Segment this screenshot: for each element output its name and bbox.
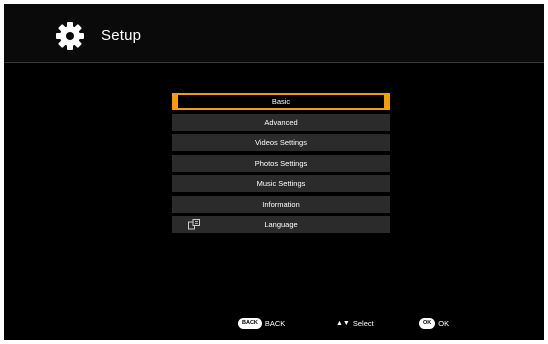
page-title: Setup [101, 27, 142, 44]
select-hint: ▲▼ Select [336, 317, 374, 329]
menu-item-label: Videos Settings [255, 138, 307, 147]
ok-hint: OK OK [419, 317, 449, 329]
footer-hints: BACK BACK ▲▼ Select OK OK [4, 317, 544, 331]
ok-key-icon: OK [419, 317, 436, 329]
menu-item-photos-settings[interactable]: Photos Settings [172, 154, 390, 172]
ok-hint-label: OK [438, 318, 450, 328]
back-hint-label: BACK [264, 318, 286, 328]
menu-item-label: Music Settings [256, 179, 306, 188]
select-hint-label: Select [352, 318, 374, 328]
menu-item-label: Information [262, 199, 300, 209]
setup-menu: Basic Advanced Videos Settings Photos Se… [172, 93, 390, 237]
menu-item-language[interactable]: Language [172, 216, 390, 233]
menu-item-advanced[interactable]: Advanced [172, 113, 390, 131]
menu-item-basic[interactable]: Basic [172, 93, 390, 110]
menu-item-label: Basic [271, 97, 291, 106]
back-hint: BACK BACK [238, 317, 285, 329]
back-key-icon: BACK [238, 317, 262, 329]
menu-item-music-settings[interactable]: Music Settings [172, 175, 390, 192]
setup-screen: Setup Basic Advanced Videos Settings Pho… [4, 4, 544, 340]
menu-item-videos-settings[interactable]: Videos Settings [172, 134, 390, 151]
gear-icon [56, 22, 84, 50]
language-icon [188, 219, 200, 230]
header-bar: Setup [4, 4, 544, 63]
menu-item-label: Language [264, 220, 298, 229]
menu-item-label: Photos Settings [254, 158, 308, 168]
menu-item-information[interactable]: Information [172, 195, 390, 213]
menu-item-label: Advanced [264, 117, 298, 127]
up-down-arrows-icon: ▲▼ [336, 319, 350, 327]
